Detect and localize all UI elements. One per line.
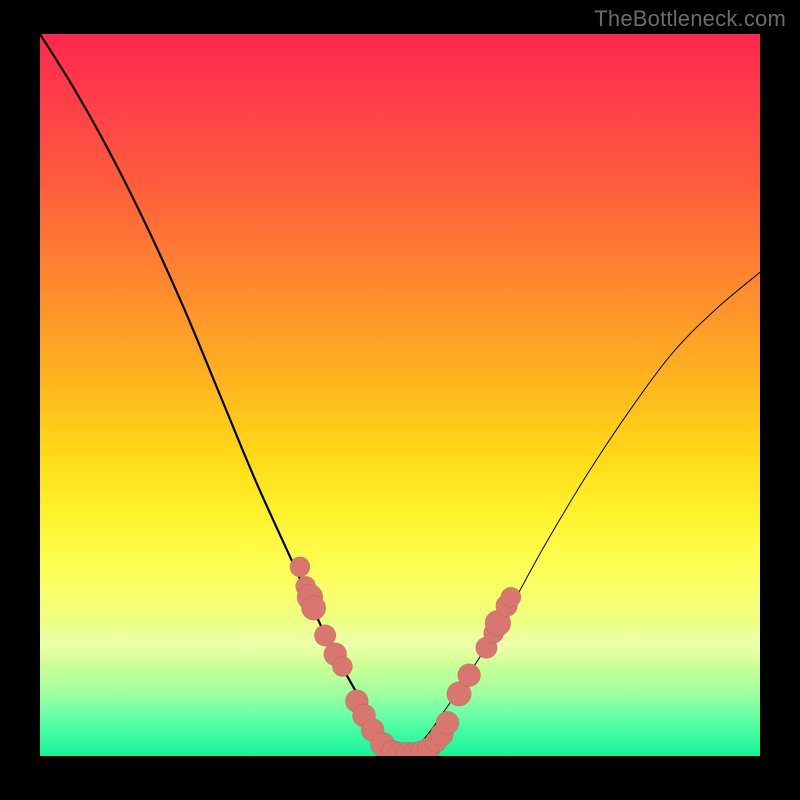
data-marker [332, 656, 352, 676]
data-marker [290, 557, 310, 577]
data-marker [501, 587, 521, 607]
curve-layer [40, 34, 760, 756]
chart-stage: TheBottleneck.com [0, 0, 800, 800]
data-marker [436, 711, 459, 734]
data-marker [458, 664, 481, 687]
data-marker [301, 596, 325, 620]
left-curve [40, 34, 400, 756]
marker-group [290, 557, 521, 756]
watermark-text: TheBottleneck.com [594, 6, 786, 32]
